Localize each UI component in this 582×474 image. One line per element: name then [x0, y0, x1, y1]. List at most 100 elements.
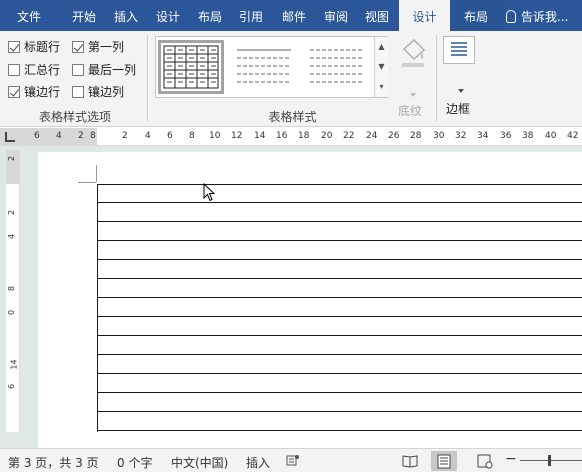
- margin-crop-mark: [78, 182, 96, 183]
- ruler-tick-label: 42: [567, 131, 579, 141]
- lightbulb-icon: [506, 10, 516, 23]
- tell-me-search[interactable]: 告诉我...: [506, 0, 568, 31]
- borders-dropdown-icon: [458, 89, 464, 93]
- gallery-scroll-down-button[interactable]: ▼: [374, 57, 388, 77]
- table-row-border: [97, 411, 582, 412]
- table-row-border: [97, 373, 582, 374]
- ruler-tick-label: 8: [189, 131, 195, 141]
- border-lines-icon: [451, 42, 467, 56]
- ruler-tick-label: 2: [78, 131, 84, 141]
- macro-record-icon[interactable]: [286, 454, 300, 467]
- tab-references[interactable]: 引用: [230, 0, 272, 31]
- ruler-tick-label: 4: [7, 233, 17, 240]
- ruler-tick-label: 14: [9, 359, 19, 370]
- language-status[interactable]: 中文(中国): [171, 454, 228, 471]
- table-row-border: [97, 392, 582, 393]
- ruler-tick-label: 2: [122, 131, 128, 141]
- checkbox-checked-icon: [72, 41, 84, 53]
- ruler-tick-label: 0: [7, 309, 17, 316]
- ruler-tick-label: 34: [477, 131, 489, 141]
- tab-mailings[interactable]: 邮件: [272, 0, 316, 31]
- ruler-tick-label: 4: [56, 131, 62, 141]
- table-style-plain[interactable]: [231, 40, 297, 94]
- ribbon-panel: 标题行 第一列 汇总行 最后一列 镶边行 镶边列 表格样式选项 ▲ ▼ ▾ 表格…: [0, 31, 582, 127]
- horizontal-ruler[interactable]: 6 4 2 8 2 4 6 8 10 12 14 16 18 20 22 24 …: [0, 128, 582, 146]
- borders-label: 边框: [446, 102, 471, 116]
- checkbox-unchecked-icon: [72, 86, 84, 98]
- table-styles-gallery: [155, 36, 388, 98]
- checkbox-unchecked-icon: [8, 64, 20, 76]
- borders-button[interactable]: [443, 36, 475, 64]
- ruler-tick-label: 40: [545, 131, 557, 141]
- banded-columns-label: 镶边列: [88, 85, 125, 99]
- last-column-checkbox[interactable]: 最后一列: [72, 62, 136, 78]
- mouse-cursor-icon: [203, 183, 216, 202]
- book-icon: [402, 455, 418, 468]
- checkbox-checked-icon: [8, 41, 20, 53]
- web-layout-view-button[interactable]: [472, 451, 498, 471]
- ruler-tick-label: 30: [433, 131, 445, 141]
- document-page[interactable]: [38, 152, 582, 448]
- zoom-slider-thumb[interactable]: [548, 455, 551, 466]
- zoom-out-button[interactable]: −: [505, 451, 517, 467]
- table-row-border: [97, 297, 582, 298]
- table-row-border: [97, 240, 582, 241]
- tab-stop-selector-icon[interactable]: [5, 132, 15, 142]
- ruler-tick-label: 8: [7, 285, 17, 292]
- ruler-tick-label: 6: [7, 383, 17, 390]
- tab-review[interactable]: 审阅: [316, 0, 356, 31]
- tab-design[interactable]: 设计: [146, 0, 190, 31]
- light-table-icon: [310, 49, 364, 83]
- first-column-checkbox[interactable]: 第一列: [72, 39, 124, 55]
- tab-view[interactable]: 视图: [356, 0, 398, 31]
- tab-file[interactable]: 文件: [0, 0, 58, 31]
- header-row-checkbox[interactable]: 标题行: [8, 39, 60, 55]
- tab-layout[interactable]: 布局: [190, 0, 230, 31]
- ruler-tick-label: 18: [298, 131, 310, 141]
- total-row-label: 汇总行: [24, 63, 61, 77]
- margin-crop-mark: [96, 165, 97, 182]
- ruler-tick-label: 6: [167, 131, 173, 141]
- gallery-scroll-up-button[interactable]: ▲: [374, 37, 388, 57]
- zoom-slider[interactable]: [520, 460, 582, 461]
- tab-home[interactable]: 开始: [62, 0, 106, 31]
- insert-mode-status[interactable]: 插入: [246, 454, 270, 471]
- ruler-tick-label: 38: [522, 131, 534, 141]
- table-style-grid[interactable]: [158, 40, 224, 94]
- shading-dropdown-icon: [410, 93, 416, 97]
- table-row-border: [97, 335, 582, 336]
- group-divider: [436, 35, 437, 121]
- ruler-tick-label: 12: [231, 131, 243, 141]
- total-row-checkbox[interactable]: 汇总行: [8, 62, 60, 78]
- ruler-tick-label: 36: [500, 131, 512, 141]
- checkbox-unchecked-icon: [72, 64, 84, 76]
- header-row-label: 标题行: [24, 40, 61, 54]
- plain-table-icon: [237, 49, 291, 83]
- vertical-ruler[interactable]: 2 2 4 8 0 14 6: [6, 150, 20, 432]
- banded-columns-checkbox[interactable]: 镶边列: [72, 84, 124, 100]
- ruler-tick-label: 8: [90, 131, 96, 141]
- ruler-tick-label: 10: [209, 131, 221, 141]
- gallery-more-button[interactable]: ▾: [374, 77, 388, 97]
- ruler-tick-label: 28: [410, 131, 422, 141]
- page-layout-icon: [437, 454, 451, 469]
- word-count-status[interactable]: 0 个字: [117, 454, 152, 471]
- tab-table-layout[interactable]: 布局: [450, 0, 502, 31]
- table-row-border: [97, 316, 582, 317]
- page-count-status[interactable]: 第 3 页，共 3 页: [8, 454, 99, 471]
- ruler-tick-label: 2: [7, 155, 17, 162]
- tab-insert[interactable]: 插入: [106, 0, 146, 31]
- print-layout-view-button[interactable]: [431, 451, 457, 471]
- tab-table-design[interactable]: 设计: [399, 0, 450, 31]
- table-style-light[interactable]: [304, 40, 370, 94]
- ruler-tick-label: 32: [455, 131, 467, 141]
- read-mode-view-button[interactable]: [397, 451, 423, 471]
- group-divider: [147, 35, 148, 121]
- last-column-label: 最后一列: [88, 63, 137, 77]
- grid-table-icon: [163, 45, 219, 89]
- table-styles-group-label: 表格样式: [268, 110, 317, 124]
- table-row-border: [97, 430, 582, 431]
- ruler-tick-label: 14: [254, 131, 266, 141]
- banded-rows-checkbox[interactable]: 镶边行: [8, 84, 60, 100]
- status-bar: 第 3 页，共 3 页 0 个字 中文(中国) 插入 −: [0, 448, 582, 472]
